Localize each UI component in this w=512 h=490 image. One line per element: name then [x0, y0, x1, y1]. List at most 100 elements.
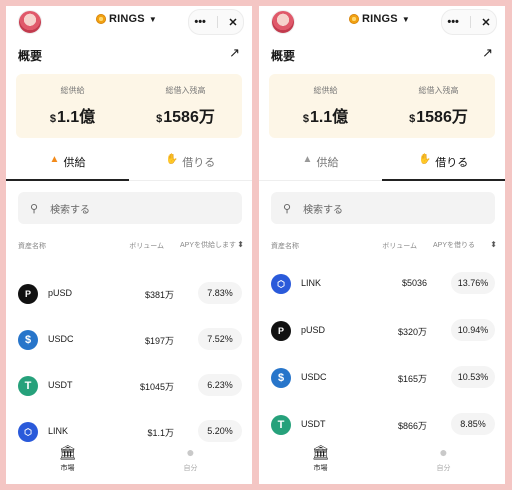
total-borrow-label: 総借入残高	[418, 86, 459, 95]
asset-apy: 6.23%	[198, 374, 242, 396]
asset-apy: 7.52%	[198, 328, 242, 350]
asset-name: LINK	[301, 278, 322, 288]
search-input[interactable]: ⚲ 検索する	[18, 192, 242, 224]
column-volume[interactable]: ボリューム	[382, 241, 417, 251]
nav-market[interactable]: 🏛 市場	[6, 444, 129, 473]
avatar[interactable]	[271, 10, 295, 34]
market-icon: 🏛	[311, 444, 330, 460]
asset-row[interactable]: T USDT $1045万 6.23%	[6, 374, 252, 400]
tab-borrow[interactable]: ✋ 借りる	[382, 154, 505, 180]
active-tab-indicator	[382, 179, 505, 181]
usdc-icon: $	[18, 330, 38, 350]
column-volume[interactable]: ボリューム	[129, 241, 164, 251]
asset-volume: $866万	[397, 421, 427, 431]
network-selector[interactable]: RINGS ▼	[349, 13, 410, 25]
total-borrow-value: $1586万	[156, 109, 215, 126]
asset-name: USDC	[48, 334, 74, 344]
rings-logo-icon	[349, 14, 359, 24]
asset-apy: 7.83%	[198, 282, 242, 304]
asset-volume: $381万	[144, 290, 174, 300]
rings-logo-icon	[96, 14, 106, 24]
window-controls: ••• ✕	[441, 9, 497, 35]
link-icon: ⬡	[271, 274, 291, 294]
sort-icon[interactable]: ⬍	[237, 240, 244, 249]
asset-row[interactable]: P pUSD $320万 10.94%	[259, 319, 505, 345]
asset-row[interactable]: T USDT $866万 8.85%	[259, 413, 505, 439]
summary-card: 総供給 $1.1億 総借入残高 $1586万	[16, 74, 242, 138]
asset-volume: $5036	[401, 278, 427, 288]
supply-icon: ▲	[49, 154, 60, 165]
total-supply-label: 総供給	[60, 86, 85, 95]
search-icon: ⚲	[30, 202, 39, 215]
asset-volume: $320万	[397, 327, 427, 337]
brand-name: RINGS	[362, 13, 398, 25]
asset-name: USDT	[48, 380, 73, 390]
asset-row[interactable]: $ USDC $197万 7.52%	[6, 328, 252, 354]
external-link-icon[interactable]: ↗	[482, 45, 493, 61]
market-icon: 🏛	[58, 444, 77, 460]
borrow-icon: ✋	[418, 154, 432, 165]
total-borrow-label: 総借入残高	[165, 86, 206, 95]
nav-me[interactable]: ● 自分	[129, 444, 252, 473]
column-asset: 資産名称	[18, 243, 46, 250]
asset-volume: $197万	[144, 336, 174, 346]
bottom-nav: 🏛 市場 ● 自分	[6, 438, 252, 484]
more-icon[interactable]: •••	[447, 16, 459, 28]
asset-apy: 13.76%	[451, 272, 495, 294]
total-supply-value: $1.1億	[302, 109, 349, 126]
bottom-nav: 🏛 市場 ● 自分	[259, 438, 505, 484]
pusd-icon: P	[271, 321, 291, 341]
total-supply: 総供給 $1.1億	[16, 74, 129, 127]
asset-row[interactable]: ⬡ LINK $5036 13.76%	[259, 272, 505, 298]
asset-name: pUSD	[48, 288, 73, 298]
total-borrow: 総借入残高 $1586万	[129, 74, 242, 127]
more-icon[interactable]: •••	[194, 16, 206, 28]
column-apy[interactable]: APYを借りる	[433, 241, 489, 250]
usdt-icon: T	[271, 415, 291, 435]
top-bar: RINGS ▼ ••• ✕	[6, 6, 252, 46]
supply-screen: RINGS ▼ ••• ✕ 概要 ↗ 総供給 $1.1億 総借入残高 $1586…	[6, 6, 252, 484]
window-controls: ••• ✕	[188, 9, 244, 35]
divider	[216, 16, 218, 28]
sort-icon[interactable]: ⬍	[490, 240, 497, 249]
nav-market[interactable]: 🏛 市場	[259, 444, 382, 473]
close-icon[interactable]: ✕	[481, 16, 490, 29]
asset-name: pUSD	[301, 325, 326, 335]
asset-row[interactable]: P pUSD $381万 7.83%	[6, 282, 252, 308]
tab-bar: ▲ 供給 ✋ 借りる	[259, 154, 505, 181]
total-supply-label: 総供給	[313, 86, 338, 95]
avatar[interactable]	[18, 10, 42, 34]
column-asset: 資産名称	[271, 243, 299, 250]
nav-me[interactable]: ● 自分	[382, 444, 505, 473]
pusd-icon: P	[18, 284, 38, 304]
close-icon[interactable]: ✕	[228, 16, 237, 29]
total-supply: 総供給 $1.1億	[269, 74, 382, 127]
search-input[interactable]: ⚲ 検索する	[271, 192, 495, 224]
borrow-screen: RINGS ▼ ••• ✕ 概要 ↗ 総供給 $1.1億 総借入残高 $1586…	[259, 6, 505, 484]
usdt-icon: T	[18, 376, 38, 396]
asset-row[interactable]: $ USDC $165万 10.53%	[259, 366, 505, 392]
divider	[469, 16, 471, 28]
overview-title: 概要	[271, 49, 296, 63]
top-bar: RINGS ▼ ••• ✕	[259, 6, 505, 46]
asset-name: USDT	[301, 419, 326, 429]
column-headers: 資産名称 ボリューム APYを供給します ⬍	[6, 238, 252, 260]
external-link-icon[interactable]: ↗	[229, 45, 240, 61]
column-apy[interactable]: APYを供給します	[180, 241, 236, 250]
tab-borrow[interactable]: ✋ 借りる	[129, 154, 252, 180]
search-placeholder: 検索する	[303, 204, 344, 216]
total-supply-value: $1.1億	[49, 109, 96, 126]
search-icon: ⚲	[283, 202, 292, 215]
active-tab-indicator	[6, 179, 129, 181]
asset-apy: 8.85%	[451, 413, 495, 435]
search-placeholder: 検索する	[50, 204, 91, 216]
usdc-icon: $	[271, 368, 291, 388]
tab-bar: ▲ 供給 ✋ 借りる	[6, 154, 252, 181]
tab-supply[interactable]: ▲ 供給	[259, 154, 382, 180]
network-selector[interactable]: RINGS ▼	[96, 13, 157, 25]
person-icon: ●	[439, 444, 448, 460]
summary-card: 総供給 $1.1億 総借入残高 $1586万	[269, 74, 495, 138]
borrow-icon: ✋	[165, 154, 179, 165]
tab-supply[interactable]: ▲ 供給	[6, 154, 129, 180]
asset-apy: 10.94%	[451, 319, 495, 341]
